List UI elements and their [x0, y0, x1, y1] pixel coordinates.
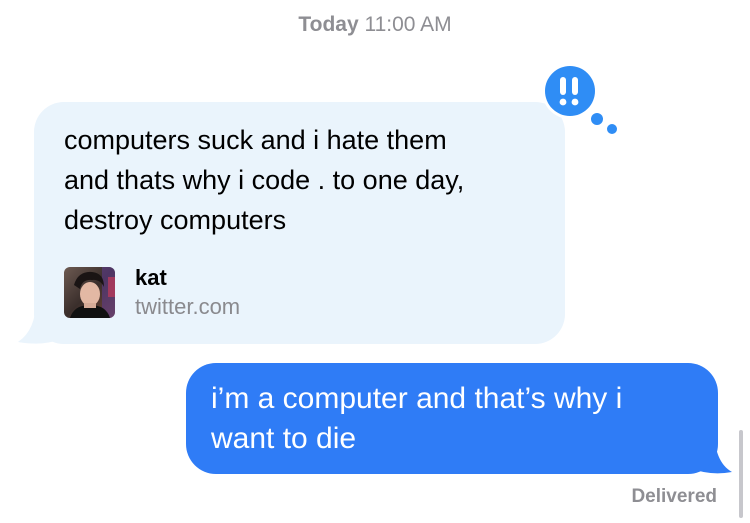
timestamp-time: 11:00 AM: [364, 13, 452, 36]
sent-message-bubble[interactable]: i’m a computer and that’s why i want to …: [186, 363, 718, 474]
link-preview-name: kat: [135, 265, 167, 290]
received-message-line: computers suck and i hate them: [64, 125, 447, 155]
exclamation-tapback-icon[interactable]: [542, 63, 622, 135]
sent-message-text: i’m a computer and that’s why i want to …: [211, 379, 701, 459]
sent-message-line: want to die: [211, 422, 357, 455]
received-message-text: computers suck and i hate them and thats…: [64, 120, 534, 240]
received-message-line: destroy computers: [64, 205, 287, 235]
scrollbar[interactable]: [739, 430, 743, 518]
delivery-status: Delivered: [631, 486, 717, 507]
message-thread: Today 11:00 AM computers suck and i hate…: [0, 0, 750, 523]
link-preview-avatar: [64, 267, 115, 318]
received-message-line: and thats why i code . to one day,: [64, 165, 465, 195]
timestamp-day: Today: [298, 13, 359, 36]
received-message-bubble[interactable]: computers suck and i hate them and thats…: [34, 102, 565, 344]
sent-message-line: i’m a computer and that’s why i: [211, 382, 623, 415]
link-preview-domain: twitter.com: [135, 294, 241, 319]
link-preview[interactable]: kat twitter.com: [64, 265, 524, 321]
timestamp: Today 11:00 AM: [0, 13, 750, 37]
